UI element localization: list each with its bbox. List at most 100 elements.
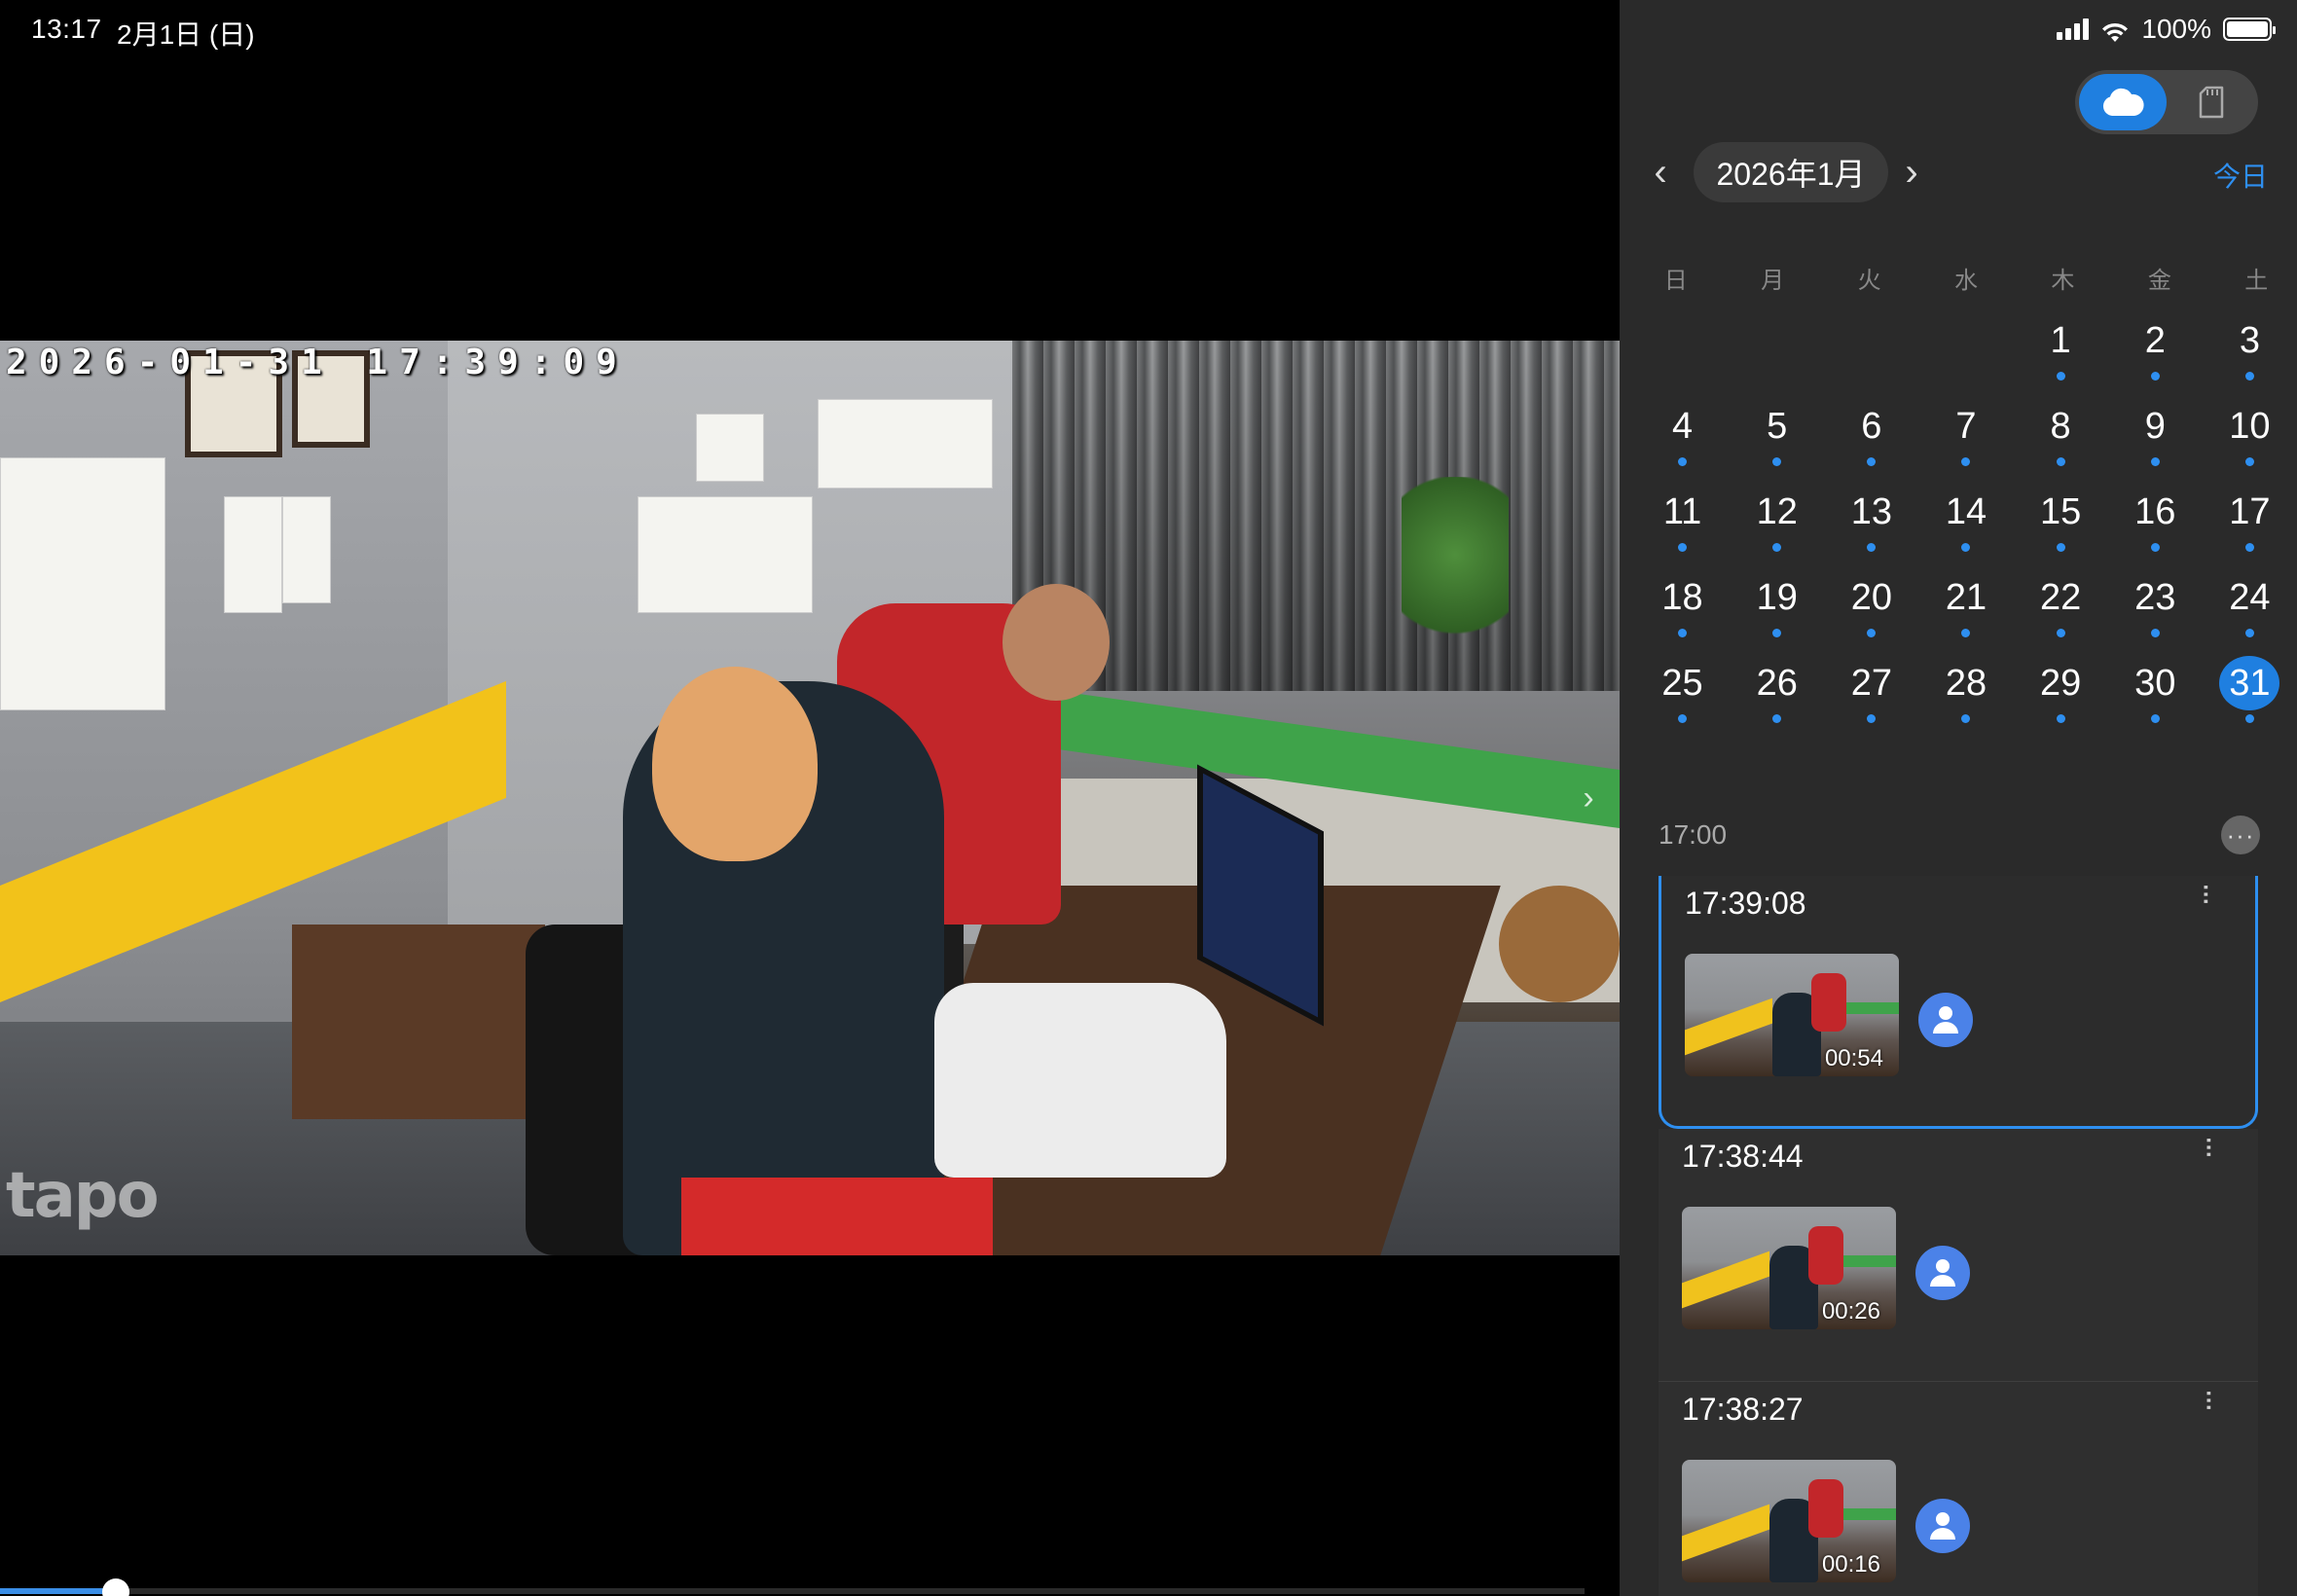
event-item[interactable]: 17:38:27 ··· 00:16 xyxy=(1659,1382,2258,1596)
sd-card-storage-button[interactable] xyxy=(2169,74,2254,130)
next-arrow-icon[interactable]: › xyxy=(1569,779,1608,817)
calendar-day[interactable]: 7 xyxy=(1918,399,2013,469)
calendar-day[interactable]: 11 xyxy=(1635,485,1730,555)
calendar-empty-cell xyxy=(1635,313,1730,383)
event-duration: 00:54 xyxy=(1824,1045,1883,1071)
status-date: 2月1日 (日) xyxy=(117,19,255,50)
event-thumbnail[interactable]: 00:16 xyxy=(1682,1460,1896,1582)
weekday-header: 日月火水木金土 xyxy=(1620,261,2297,295)
video-player[interactable]: 2026-01-31 17:39:09 tapo › xyxy=(0,341,1620,1255)
recording-indicator-dot xyxy=(2056,372,2065,381)
recording-indicator-dot xyxy=(2056,714,2065,723)
calendar-day[interactable]: 17 xyxy=(2203,485,2297,555)
event-item[interactable]: 17:39:08 ··· 00:54 xyxy=(1659,876,2258,1129)
playback-scrubber-handle[interactable] xyxy=(101,1578,129,1596)
recording-indicator-dot xyxy=(2056,543,2065,552)
prev-month-chevron-icon[interactable]: ‹ xyxy=(1641,151,1680,194)
battery-icon xyxy=(2223,18,2276,41)
calendar-day[interactable]: 3 xyxy=(2203,313,2297,383)
calendar-day[interactable]: 18 xyxy=(1635,570,1730,640)
event-menu-icon[interactable]: ··· xyxy=(2192,1388,2229,1409)
calendar-day[interactable]: 13 xyxy=(1824,485,1918,555)
playback-progress-bar[interactable] xyxy=(0,1578,1585,1596)
calendar-day[interactable]: 24 xyxy=(2203,570,2297,640)
calendar-day-number: 18 xyxy=(1661,576,1703,618)
calendar-day[interactable]: 9 xyxy=(2108,399,2203,469)
recording-indicator-dot xyxy=(1678,543,1688,552)
weekday-label: 日 xyxy=(1663,268,1688,294)
today-button[interactable]: 今日 xyxy=(2213,156,2268,195)
event-time: 17:38:44 xyxy=(1682,1139,1804,1174)
calendar-day[interactable]: 27 xyxy=(1824,656,1918,726)
weekday-label: 水 xyxy=(1953,268,1978,294)
event-menu-icon[interactable]: ··· xyxy=(2192,1135,2229,1156)
event-thumbnail[interactable]: 00:54 xyxy=(1685,954,1899,1076)
video-pane: 13:17 2月1日 (日) 2026-01-31 17:39:09 tapo xyxy=(0,0,1620,1596)
calendar-day[interactable]: 8 xyxy=(2014,399,2108,469)
weekday-label: 火 xyxy=(1857,268,1881,294)
recording-indicator-dot xyxy=(2244,372,2254,381)
calendar-day[interactable]: 1 xyxy=(2014,313,2108,383)
calendar-day[interactable]: 28 xyxy=(1918,656,2013,726)
recording-indicator-dot xyxy=(1772,714,1782,723)
weekday-label: 土 xyxy=(2244,268,2269,294)
calendar-day[interactable]: 23 xyxy=(2108,570,2203,640)
weekday-label: 金 xyxy=(2147,268,2171,294)
calendar-empty-cell xyxy=(1730,313,1824,383)
calendar-day[interactable]: 19 xyxy=(1730,570,1824,640)
calendar-day-number: 26 xyxy=(1756,662,1798,704)
calendar-day-number: 11 xyxy=(1662,490,1702,532)
recording-indicator-dot xyxy=(1867,629,1877,637)
weekday-label: 木 xyxy=(2051,268,2075,294)
recording-indicator-dot xyxy=(1961,543,1971,552)
calendar-day[interactable]: 12 xyxy=(1730,485,1824,555)
calendar-day-number: 21 xyxy=(1945,576,1987,618)
calendar-grid: 1 2 3 4 5 6 7 8 9 10 11 12 13 14 15 16 17 18 19 20 21 22 23 24 2… xyxy=(1620,313,2297,726)
calendar-day[interactable]: 15 xyxy=(2014,485,2108,555)
recording-indicator-dot xyxy=(2244,629,2254,637)
scene-paper xyxy=(224,496,282,613)
calendar-day[interactable]: 26 xyxy=(1730,656,1824,726)
recording-indicator-dot xyxy=(2244,457,2254,466)
playback-progress-fill xyxy=(0,1588,116,1594)
calendar-day[interactable]: 20 xyxy=(1824,570,1918,640)
calendar-day-number: 14 xyxy=(1945,490,1987,532)
calendar-day[interactable]: 21 xyxy=(1918,570,2013,640)
calendar-day[interactable]: 22 xyxy=(2014,570,2108,640)
scene-whiteboard xyxy=(818,399,993,489)
calendar-day-number: 31 xyxy=(2219,656,2280,710)
calendar-day-number: 30 xyxy=(2134,662,2176,704)
calendar-day[interactable]: 31 xyxy=(2203,656,2297,726)
calendar-day-number: 17 xyxy=(2229,490,2271,532)
calendar-day[interactable]: 2 xyxy=(2108,313,2203,383)
calendar-day[interactable]: 14 xyxy=(1918,485,2013,555)
next-month-chevron-icon[interactable]: › xyxy=(1892,151,1931,194)
calendar-day[interactable]: 29 xyxy=(2014,656,2108,726)
calendar-day-number: 6 xyxy=(1861,405,1882,447)
more-options-icon[interactable]: ··· xyxy=(2221,816,2260,854)
calendar-day[interactable]: 30 xyxy=(2108,656,2203,726)
calendar-day[interactable]: 16 xyxy=(2108,485,2203,555)
calendar-day-number: 2 xyxy=(2144,319,2166,361)
storage-toggle[interactable] xyxy=(2075,70,2258,134)
recordings-panel: 100% ‹ 2026年1月 › 今日 日月火水木金土 1 2 3 4 5 6 7 8 9 10 1… xyxy=(1620,0,2297,1596)
wifi-icon xyxy=(2100,18,2130,42)
calendar-day-number: 9 xyxy=(2144,405,2166,447)
calendar-day[interactable]: 25 xyxy=(1635,656,1730,726)
event-thumbnail[interactable]: 00:26 xyxy=(1682,1207,1896,1329)
event-menu-icon[interactable]: ··· xyxy=(2189,882,2226,903)
event-item[interactable]: 17:38:44 ··· 00:26 xyxy=(1659,1129,2258,1382)
recording-indicator-dot xyxy=(1772,457,1782,466)
recording-indicator-dot xyxy=(2150,457,2160,466)
sd-card-icon xyxy=(2199,86,2224,119)
calendar-day-number: 24 xyxy=(2229,576,2271,618)
cloud-storage-button[interactable] xyxy=(2079,74,2167,130)
calendar-day-number: 3 xyxy=(2239,319,2260,361)
month-selector[interactable]: 2026年1月 xyxy=(1694,142,1888,202)
scene-plant xyxy=(1402,477,1509,671)
calendar-day[interactable]: 10 xyxy=(2203,399,2297,469)
hour-label: 17:00 xyxy=(1659,819,1728,850)
calendar-day[interactable]: 4 xyxy=(1635,399,1730,469)
calendar-day[interactable]: 6 xyxy=(1824,399,1918,469)
calendar-day[interactable]: 5 xyxy=(1730,399,1824,469)
